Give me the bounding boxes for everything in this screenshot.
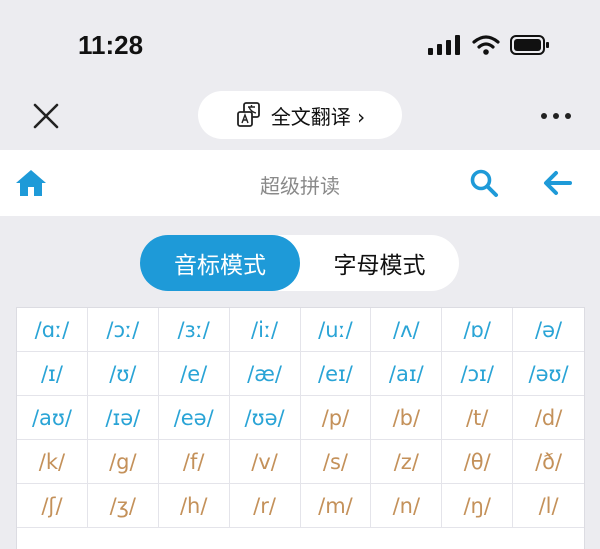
app-header: 超级拼读	[0, 150, 600, 216]
phonetic-cell[interactable]: /æ/	[229, 352, 301, 396]
wifi-icon	[472, 35, 500, 55]
phonetic-cell[interactable]: /p/	[300, 396, 372, 440]
search-icon	[470, 169, 498, 197]
phonetic-grid: /ɑː//ɔː//ɜː//iː//uː//ʌ//ɒ//ə/ /ɪ//ʊ//e//æ…	[16, 307, 585, 549]
more-button[interactable]	[536, 102, 576, 130]
phonetic-cell[interactable]: /r/	[229, 484, 301, 528]
phonetic-cell[interactable]: /k/	[17, 440, 88, 484]
translate-icon	[236, 102, 260, 127]
phonetic-cell[interactable]: /ɪə/	[87, 396, 159, 440]
phonetic-cell[interactable]: /l/	[513, 484, 584, 528]
phonetic-cell[interactable]: /ʒ/	[87, 484, 159, 528]
letter-mode-button[interactable]: 字母模式	[300, 235, 459, 291]
phonetic-cell[interactable]: /aɪ/	[371, 352, 443, 396]
phonetic-cell[interactable]: /ɒ/	[442, 308, 514, 352]
status-icons	[428, 34, 550, 56]
phonetic-cell[interactable]: /eɪ/	[300, 352, 372, 396]
more-icon	[541, 113, 571, 119]
phonetic-cell[interactable]: /ɔː/	[87, 308, 159, 352]
search-button[interactable]	[468, 167, 500, 199]
phonetic-mode-button[interactable]: 音标模式	[140, 235, 300, 291]
status-bar: 11:28	[0, 0, 600, 88]
phonetic-cell[interactable]: /s/	[300, 440, 372, 484]
phonetic-cell[interactable]: /g/	[87, 440, 159, 484]
phonetic-cell[interactable]: /z/	[371, 440, 443, 484]
phonetic-cell[interactable]: /eə/	[158, 396, 230, 440]
phonetic-cell[interactable]: /uː/	[300, 308, 372, 352]
phonetic-cell[interactable]: /t/	[442, 396, 514, 440]
phonetic-cell[interactable]: /əʊ/	[513, 352, 584, 396]
close-icon	[33, 103, 59, 129]
phonetic-cell[interactable]: /ɔɪ/	[442, 352, 514, 396]
phonetic-cell[interactable]: /v/	[229, 440, 301, 484]
phonetic-cell[interactable]: /ɜː/	[158, 308, 230, 352]
phonetic-cell[interactable]: /ʌ/	[371, 308, 443, 352]
translate-label: 全文翻译 ›	[270, 104, 366, 129]
battery-icon	[510, 35, 549, 55]
close-button[interactable]	[30, 100, 62, 132]
mode-toggle: 音标模式 字母模式	[140, 235, 459, 291]
phonetic-cell[interactable]: /h/	[158, 484, 230, 528]
phonetic-cell[interactable]: /ð/	[513, 440, 584, 484]
phonetic-cell[interactable]: /ə/	[513, 308, 584, 352]
page-title: 超级拼读	[260, 174, 340, 198]
phonetic-cell[interactable]: /ʃ/	[17, 484, 88, 528]
phonetic-cell[interactable]: /iː/	[229, 308, 301, 352]
nav-bar: 全文翻译 ›	[0, 88, 600, 144]
phonetic-cell[interactable]: /m/	[300, 484, 372, 528]
phonetic-cell[interactable]: /ʊə/	[229, 396, 301, 440]
arrow-left-icon	[544, 171, 572, 195]
phonetic-cell[interactable]: /aʊ/	[17, 396, 88, 440]
translate-button[interactable]: 全文翻译 ›	[198, 91, 402, 139]
phonetic-cell[interactable]: /e/	[158, 352, 230, 396]
signal-icon	[428, 35, 460, 55]
phonetic-cell[interactable]: /b/	[371, 396, 443, 440]
phonetic-cell[interactable]: /ɑː/	[17, 308, 88, 352]
status-time: 11:28	[78, 30, 144, 60]
phonetic-cell[interactable]: /ɪ/	[17, 352, 88, 396]
phonetic-cell[interactable]: /n/	[371, 484, 443, 528]
phonetic-cell[interactable]: /ʊ/	[87, 352, 159, 396]
phonetic-cell[interactable]: /ŋ/	[442, 484, 514, 528]
phonetic-cell[interactable]: /f/	[158, 440, 230, 484]
phonetic-cell[interactable]: /d/	[513, 396, 584, 440]
back-button[interactable]	[540, 167, 574, 199]
phonetic-cell[interactable]: /θ/	[442, 440, 514, 484]
